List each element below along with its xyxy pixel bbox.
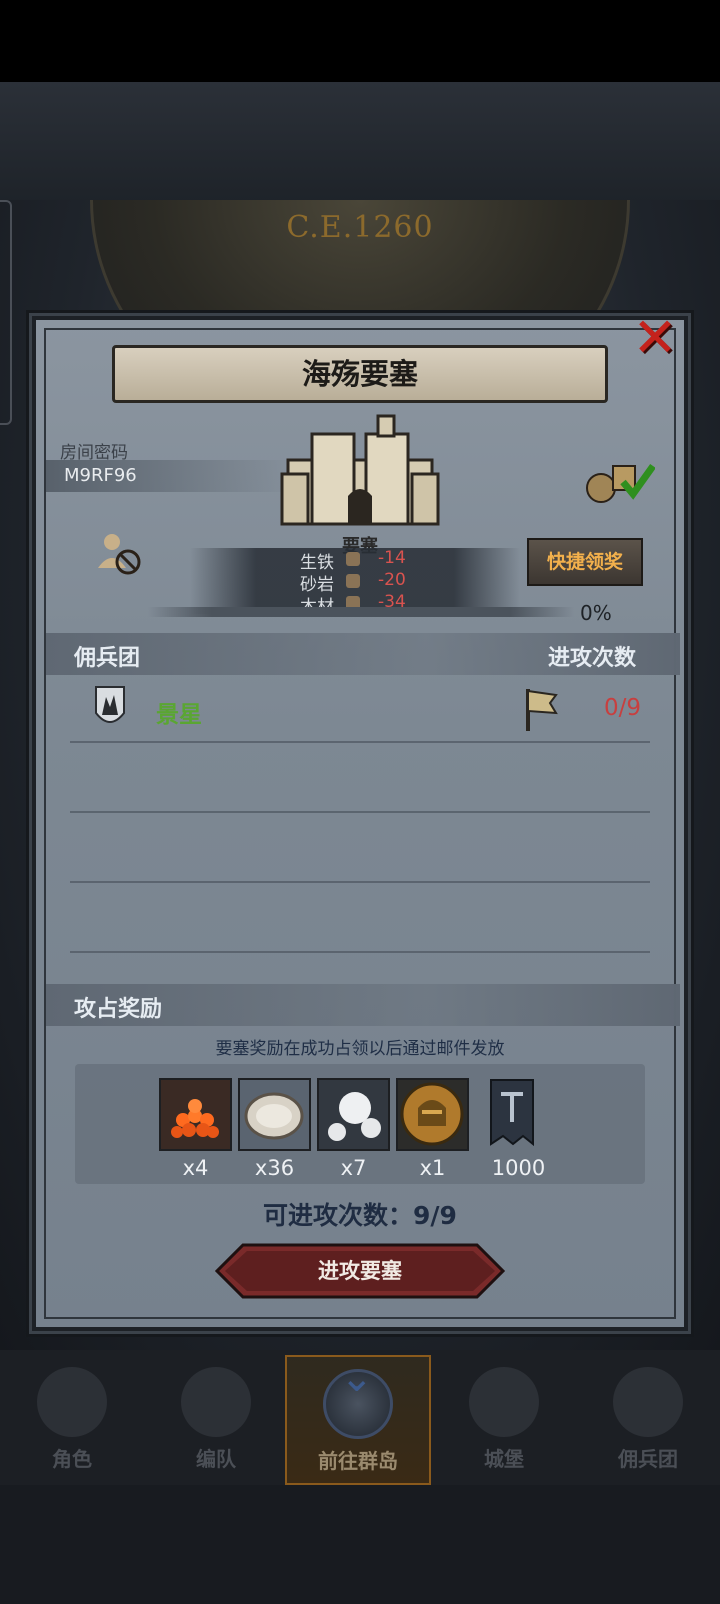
attack-fortress-label: 进攻要塞 [318,1259,402,1283]
mercenary-header: 佣兵团 [74,646,141,671]
resource-row: 砂岩 -20 [190,570,520,595]
nav-item-squad[interactable]: 编队 [144,1355,288,1485]
reward-item[interactable] [396,1078,469,1151]
nav-label: 佣兵团 [618,1447,678,1471]
quick-claim-label: 快捷领奖 [546,551,623,573]
nav-item-mercenary[interactable]: 佣兵团 [576,1355,720,1485]
room-code: M9RF96 [64,465,137,486]
reward-qty: x1 [419,1156,446,1180]
reward-qty: x36 [254,1156,295,1180]
attacks-remaining: 可进攻次数：9/9 [263,1201,457,1230]
divider [70,881,650,883]
capture-progress-bar [148,607,574,617]
resource-row: 生铁 -14 [190,548,520,573]
nav-label: 前往群岛 [318,1449,398,1473]
nav-label: 城堡 [484,1447,524,1471]
divider [70,741,650,743]
rewards-header: 攻占奖励 [74,997,163,1022]
knight-icon [37,1367,107,1437]
rewards-note: 要塞奖励在成功占领以后通过邮件发放 [215,1039,505,1059]
mercenary-attack-count: 0/9 [604,695,642,721]
nav-label: 编队 [196,1447,236,1471]
divider [70,811,650,813]
banner-icon [490,1079,534,1147]
reward-qty: x4 [182,1156,209,1180]
resource-cost-list: 生铁 -14 砂岩 -20 木材 -34 [190,548,520,617]
mercenary-icon [613,1367,683,1437]
nav-item-castle[interactable]: 城堡 [432,1355,576,1485]
dialog-title: 海殇要塞 [301,357,418,391]
status-bar [0,0,720,82]
side-tab[interactable] [0,200,12,425]
reward-item[interactable] [477,1078,550,1151]
reward-item[interactable] [159,1078,232,1151]
reward-qty: x7 [340,1156,367,1180]
reward-item[interactable] [238,1078,311,1151]
flag-icon [526,689,558,731]
sandstone-icon [346,574,360,588]
reward-qty: 1000 [491,1156,546,1180]
squad-icon [181,1367,251,1437]
resource-value: -14 [378,548,406,568]
resource-value: -20 [378,570,406,590]
title-banner: 海殇要塞 [112,345,608,403]
oyster-icon [244,1092,304,1140]
mercenary-name: 景星 [156,702,202,728]
divider [70,951,650,953]
nav-item-character[interactable]: 角色 [0,1355,144,1485]
supply-check-icon[interactable] [585,458,655,504]
roe-icon [171,1099,219,1138]
background-header [0,82,720,202]
pearl-icon [328,1092,381,1141]
castle-icon [469,1367,539,1437]
capture-progress-text: 0% [580,601,612,625]
chevron-down-icon: ⌄ [340,1355,374,1401]
era-label: C.E.1260 [286,210,434,245]
attack-fortress-button[interactable]: 进攻要塞 [214,1243,506,1299]
ban-user-icon[interactable] [96,530,142,576]
knight-medal-icon [400,1082,464,1146]
reward-item[interactable] [317,1078,390,1151]
fortress-icon [280,414,440,526]
close-icon: ✕ [632,306,678,369]
mercenary-emblem-icon [95,686,125,723]
nav-label: 角色 [52,1447,92,1471]
iron-icon [346,552,360,566]
close-button[interactable]: ✕ [628,311,682,365]
quick-claim-button[interactable]: 快捷领奖 [527,538,643,586]
attack-count-header: 进攻次数 [548,646,637,671]
